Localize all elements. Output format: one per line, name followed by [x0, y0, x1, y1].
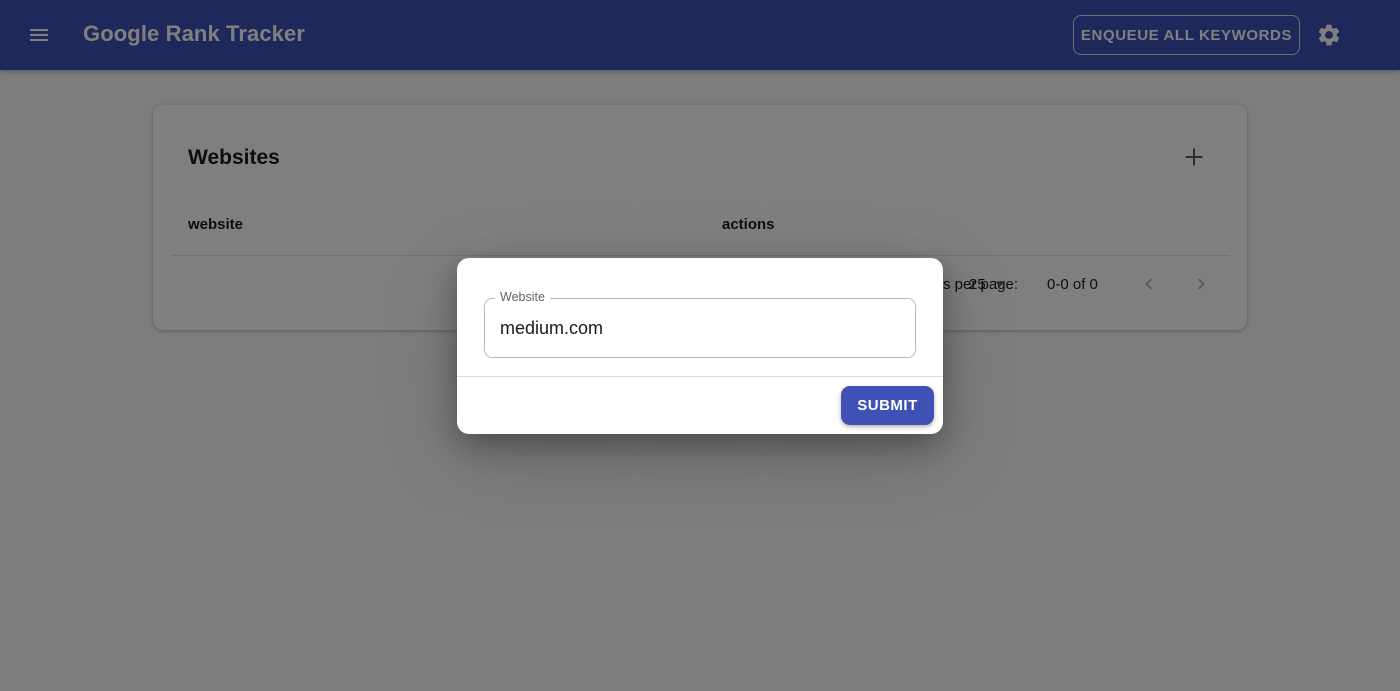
dialog-divider	[457, 376, 943, 377]
website-field: Website	[484, 290, 916, 358]
add-website-dialog: Website SUBMIT	[457, 258, 943, 434]
submit-button[interactable]: SUBMIT	[841, 386, 934, 425]
website-input[interactable]	[486, 300, 914, 356]
app-root: Google Rank Tracker ENQUEUE ALL KEYWORDS…	[0, 0, 1400, 691]
